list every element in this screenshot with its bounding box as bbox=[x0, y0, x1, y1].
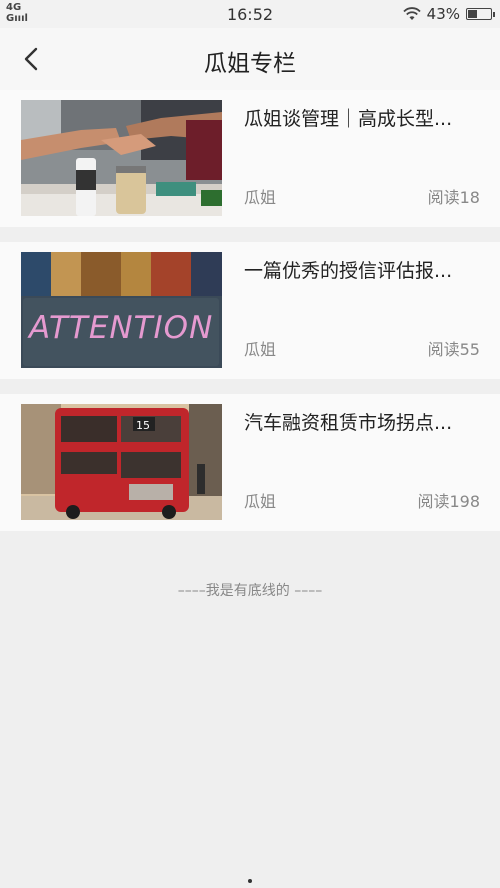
chalkboard-text: ATTENTION bbox=[27, 310, 213, 346]
article-author: 瓜姐 bbox=[244, 188, 277, 207]
status-bar: 4G Gıııl 16:52 43% bbox=[0, 0, 500, 28]
article-card[interactable]: ATTENTION 一篇优秀的授信评估报... 瓜姐 阅读55 bbox=[0, 242, 500, 379]
battery-percent: 43% bbox=[426, 5, 460, 23]
bus-route-number: 15 bbox=[136, 419, 150, 432]
article-card[interactable]: 瓜姐谈管理｜高成长型... 瓜姐 阅读18 bbox=[0, 90, 500, 227]
page-title: 瓜姐专栏 bbox=[204, 51, 296, 77]
article-thumbnail: ATTENTION bbox=[21, 252, 222, 368]
battery-icon bbox=[466, 8, 495, 20]
article-thumbnail bbox=[21, 100, 222, 216]
article-read-count: 阅读18 bbox=[427, 188, 480, 207]
article-read-count: 阅读55 bbox=[427, 340, 480, 359]
article-read-count: 阅读198 bbox=[417, 492, 480, 511]
battery-fill bbox=[468, 10, 478, 18]
wifi-icon bbox=[403, 7, 421, 20]
article-card[interactable]: 15 汽车融资租赁市场拐点... 瓜姐 阅读198 bbox=[0, 394, 500, 531]
nav-bar: 瓜姐专栏 bbox=[0, 28, 500, 90]
red-double-decker-bus-photo: 15 bbox=[21, 404, 222, 520]
article-author: 瓜姐 bbox=[244, 340, 277, 359]
status-right: 43% bbox=[403, 5, 495, 23]
hands-teamwork-photo bbox=[21, 100, 222, 216]
article-thumbnail: 15 bbox=[21, 404, 222, 520]
home-indicator bbox=[248, 879, 252, 883]
article-title: 汽车融资租赁市场拐点... bbox=[244, 412, 453, 434]
article-author: 瓜姐 bbox=[244, 492, 277, 511]
article-title: 瓜姐谈管理｜高成长型... bbox=[244, 108, 453, 130]
attention-chalkboard-photo: ATTENTION bbox=[21, 252, 222, 368]
end-of-list-note: ––––我是有底线的 –––– bbox=[177, 583, 323, 599]
article-title: 一篇优秀的授信评估报... bbox=[244, 260, 453, 282]
